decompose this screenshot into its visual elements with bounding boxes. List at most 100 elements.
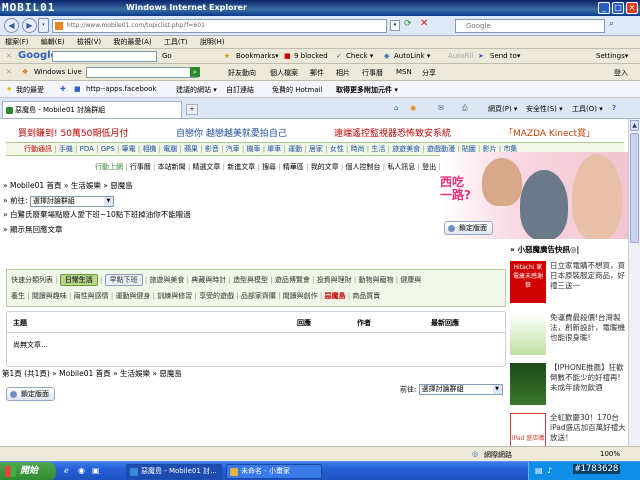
- fav-item-suggested[interactable]: 建議的網站 ▾: [176, 85, 217, 95]
- sub-nav-item[interactable]: 本站新聞: [158, 163, 186, 171]
- sub-nav-item[interactable]: 我的文章: [311, 163, 339, 171]
- page-menu[interactable]: 網頁(P) ▾: [488, 104, 517, 114]
- category-item[interactable]: 日常生活: [59, 274, 98, 286]
- home-icon[interactable]: ⌂: [394, 104, 398, 112]
- menu-file[interactable]: 檔案(F): [0, 36, 34, 49]
- live-mail-link[interactable]: 郵件: [310, 68, 324, 78]
- live-signin-link[interactable]: 登入: [614, 68, 628, 78]
- main-nav-item[interactable]: 相機: [142, 145, 156, 153]
- fav-item-hotmail[interactable]: 免費的 Hotmail: [272, 85, 323, 95]
- main-nav-item[interactable]: 影音: [205, 145, 219, 153]
- sub-nav-item[interactable]: 行事曆: [130, 163, 151, 171]
- category-item[interactable]: 惡魔島: [325, 292, 346, 300]
- close-live-toolbar-icon[interactable]: ✕: [6, 68, 12, 76]
- sidebar-ad-1[interactable]: Hitachi 家電歲末感謝祭 日立家電購不想買，買日本原裝服定商品，好禮三送一: [506, 259, 628, 305]
- live-share-link[interactable]: 分享: [422, 68, 436, 78]
- category-item[interactable]: 旅遊與美食: [149, 276, 184, 284]
- category-item[interactable]: 品部家齊購: [241, 292, 276, 300]
- main-nav-item[interactable]: PDA: [80, 145, 94, 153]
- category-item[interactable]: 運動與健身: [115, 292, 150, 300]
- promo-link-2[interactable]: 自戀你 越戀越美就愛拍自己: [176, 126, 287, 139]
- url-dropdown[interactable]: ▾: [390, 20, 400, 31]
- menu-help[interactable]: 說明(H): [195, 36, 230, 49]
- google-search-input[interactable]: [52, 51, 157, 62]
- popup-blocked-count[interactable]: 9 blocked: [294, 52, 328, 60]
- autolink-button[interactable]: AutoLink ▾: [394, 52, 430, 60]
- main-nav-item[interactable]: 女性: [330, 145, 344, 153]
- feeds-icon[interactable]: ◉: [410, 104, 416, 112]
- main-nav-item[interactable]: 手機: [59, 145, 73, 153]
- live-calendar-link[interactable]: 行事曆: [362, 68, 383, 78]
- tray-network-icon[interactable]: ▤: [535, 466, 543, 475]
- category-item[interactable]: 典藏與時計: [191, 276, 226, 284]
- close-toolbar-icon[interactable]: ✕: [6, 52, 12, 60]
- folder-quicklaunch-icon[interactable]: ▣: [92, 466, 100, 475]
- main-nav-item[interactable]: 行動通訊: [24, 145, 52, 153]
- col-topic[interactable]: 主題: [13, 318, 27, 328]
- task-paint[interactable]: 未命名 - 小畫家: [226, 464, 322, 479]
- media-quicklaunch-icon[interactable]: ◉: [78, 466, 85, 475]
- autofill-button[interactable]: AutoFill: [448, 52, 474, 60]
- start-button[interactable]: 開始: [0, 462, 56, 480]
- category-item[interactable]: 訓練與修習: [157, 292, 192, 300]
- tray-volume-icon[interactable]: ♪: [547, 466, 552, 475]
- sidebar-ad-2[interactable]: 免運費最殺價!台灣製法，創新設計，電暖機也能很身暖!: [506, 311, 628, 357]
- main-nav-item[interactable]: 單車: [267, 145, 281, 153]
- zoom-level[interactable]: 100%: [600, 450, 620, 458]
- main-nav-item[interactable]: 居家: [309, 145, 323, 153]
- forward-button[interactable]: ▶: [22, 18, 37, 33]
- category-item[interactable]: 快速分類列表: [11, 276, 53, 284]
- main-nav-item[interactable]: 筆電: [122, 145, 136, 153]
- minimize-button[interactable]: _: [598, 2, 610, 14]
- help-button[interactable]: ?: [612, 104, 616, 112]
- category-item[interactable]: 商品買賣: [352, 292, 380, 300]
- lock-board-button-bottom[interactable]: 鎖定版面: [6, 387, 55, 401]
- live-search-icon[interactable]: ⌕: [190, 67, 200, 77]
- stop-icon[interactable]: ✕: [420, 18, 428, 29]
- close-button[interactable]: ×: [626, 2, 638, 14]
- fav-item-facebook[interactable]: http--apps.facebook: [86, 85, 156, 93]
- main-nav-item[interactable]: 生活: [371, 145, 385, 153]
- main-nav-item[interactable]: 汽車: [226, 145, 240, 153]
- category-item[interactable]: 投資與理財: [317, 276, 352, 284]
- menu-edit[interactable]: 編輯(E): [36, 36, 70, 49]
- forum-notice[interactable]: » 白鷺氏廢棄場點廢人愛下班~10點下班掉油你不能贈過: [3, 209, 191, 220]
- sub-nav-item[interactable]: 行動上網: [95, 163, 123, 171]
- sub-nav-item[interactable]: 私人訊息: [387, 163, 415, 171]
- main-nav-item[interactable]: 旅遊美食: [392, 145, 420, 153]
- print-icon[interactable]: ⎙: [462, 104, 468, 113]
- vertical-scrollbar[interactable]: ▲ ▼: [628, 119, 640, 461]
- sub-nav-item[interactable]: 搜尋: [262, 163, 276, 171]
- refresh-icon[interactable]: ⟳: [404, 19, 412, 29]
- scroll-thumb[interactable]: [630, 133, 639, 243]
- col-author[interactable]: 作者: [357, 318, 371, 328]
- sub-nav-item[interactable]: 登出: [422, 163, 436, 171]
- bottom-jump-select[interactable]: 選擇討論群組 ▼: [418, 384, 503, 395]
- recent-pages-dropdown[interactable]: ▾: [38, 18, 49, 33]
- sub-nav-item[interactable]: 個人控制台: [346, 163, 381, 171]
- col-replies[interactable]: 回應: [297, 318, 311, 328]
- sub-nav-item[interactable]: 精華區: [283, 163, 304, 171]
- live-search-input[interactable]: [86, 67, 198, 78]
- category-item[interactable]: 閱讀與趣味: [32, 292, 67, 300]
- safety-menu[interactable]: 安全性(S) ▾: [526, 104, 563, 114]
- fav-item-custom[interactable]: 自訂連結: [226, 85, 254, 95]
- fav-item-addons[interactable]: 取得更多附加元件 ▾: [336, 85, 398, 95]
- promo-link-1[interactable]: 買到賺到! 50萬50期低月付: [18, 126, 128, 139]
- menu-favorites[interactable]: 我的最愛(A): [108, 36, 156, 49]
- promo-link-4[interactable]: 「MAZDA Kinect賞」: [504, 126, 595, 139]
- menu-tools[interactable]: 工具(T): [159, 36, 193, 49]
- live-photos-link[interactable]: 相片: [336, 68, 350, 78]
- check-button[interactable]: Check ▾: [346, 52, 373, 60]
- category-item[interactable]: 早點下班: [104, 274, 143, 286]
- main-nav-item[interactable]: 電腦: [163, 145, 177, 153]
- live-msn-link[interactable]: MSN: [396, 68, 412, 76]
- url-field[interactable]: http://www.mobile01.com/topiclist.php?f=…: [52, 19, 387, 33]
- category-item[interactable]: 動物與寵物: [359, 276, 394, 284]
- category-item[interactable]: 閱讀與創作: [283, 292, 318, 300]
- category-item[interactable]: 造型與模型: [233, 276, 268, 284]
- category-item[interactable]: 兩性與感情: [74, 292, 109, 300]
- category-item[interactable]: 養生: [11, 292, 25, 300]
- bookmarks-button[interactable]: Bookmarks▾: [236, 52, 279, 60]
- mail-icon[interactable]: ✉: [438, 104, 444, 112]
